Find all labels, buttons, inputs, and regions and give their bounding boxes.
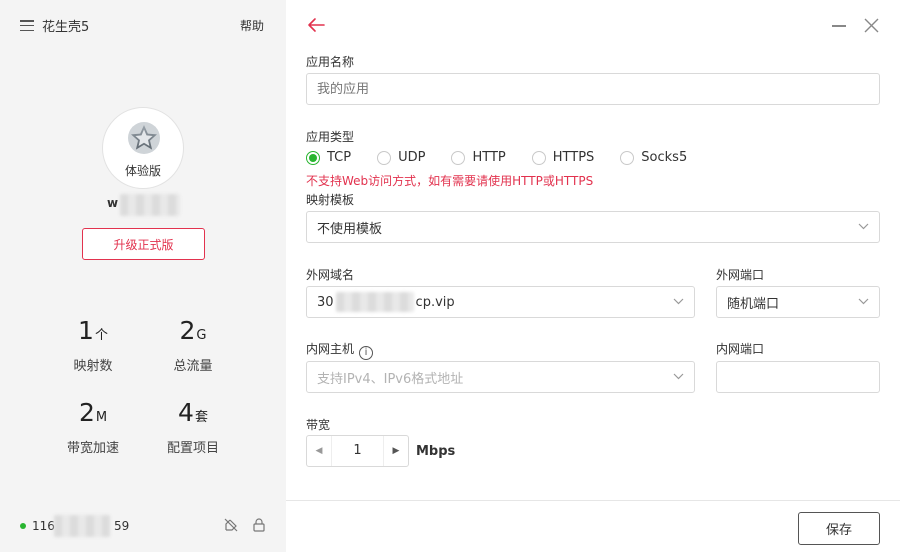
- stat-unit: M: [95, 410, 108, 425]
- upgrade-button[interactable]: 升级正式版: [82, 228, 205, 260]
- app-title: 花生壳5: [42, 20, 90, 35]
- template-select[interactable]: 不使用模板: [306, 211, 880, 243]
- template-label: 映射模板: [306, 193, 355, 207]
- footer-icons: [224, 518, 266, 532]
- stat-value: 4: [178, 398, 194, 427]
- radio-udp[interactable]: UDP: [377, 150, 425, 165]
- footer-divider: [286, 500, 900, 501]
- radio-label: HTTP: [472, 150, 506, 165]
- account-badge: 体验版: [124, 164, 161, 178]
- internal-port-label: 内网端口: [716, 342, 765, 356]
- radio-label: TCP: [327, 150, 352, 165]
- internal-host-label-text: 内网主机: [306, 342, 355, 356]
- stat-value: 1: [78, 316, 94, 345]
- domain-label: 外网域名: [306, 268, 355, 282]
- close-icon[interactable]: [864, 18, 879, 33]
- stat-label: 总流量: [173, 359, 213, 374]
- app-type-radio-group: TCP UDP HTTP HTTPS Socks5: [306, 150, 713, 165]
- internal-port-input[interactable]: [716, 361, 880, 393]
- sidebar: 花生壳5 帮助 体验版 w 升级正式版 1个 映射数 2G 总流量 2M 带宽加…: [0, 0, 286, 552]
- stat-label: 带宽加速: [66, 441, 119, 456]
- help-link[interactable]: 帮助: [240, 17, 264, 34]
- save-button[interactable]: 保存: [798, 512, 880, 545]
- external-port-select[interactable]: 随机端口: [716, 286, 880, 318]
- share-icon[interactable]: [224, 518, 238, 532]
- domain-value-end: cp.vip: [415, 294, 455, 310]
- username-redacted: [120, 194, 180, 216]
- username: w: [107, 196, 119, 210]
- domain-value-start: 30: [317, 294, 334, 310]
- stat-unit: 个: [94, 328, 108, 343]
- increment-button[interactable]: ▶: [384, 436, 408, 466]
- bandwidth-stepper: ◀ 1 ▶: [306, 435, 409, 467]
- back-arrow-icon[interactable]: [306, 16, 326, 34]
- connection-status: 116: [20, 519, 55, 533]
- chevron-down-icon: [858, 223, 869, 230]
- main-panel: 应用名称 应用类型 TCP UDP HTTP HTTPS Socks5 不支持W…: [286, 0, 900, 552]
- status-dot: [20, 523, 26, 529]
- menu-icon[interactable]: [20, 20, 34, 31]
- stat-value: 2: [179, 316, 196, 345]
- stat-mappings: 1个 映射数: [48, 316, 138, 374]
- minimize-icon[interactable]: [832, 25, 846, 27]
- stat-label: 映射数: [73, 359, 113, 374]
- radio-label: HTTPS: [552, 150, 595, 165]
- ip-start: 116: [32, 519, 55, 533]
- chevron-down-icon: [858, 298, 869, 305]
- radio-tcp[interactable]: TCP: [306, 150, 351, 165]
- radio-label: Socks5: [641, 150, 688, 165]
- info-icon[interactable]: i: [359, 346, 374, 360]
- stat-configs: 4套 配置项目: [148, 398, 238, 456]
- template-value: 不使用模板: [317, 221, 383, 237]
- app-type-warning: 不支持Web访问方式，如有需要请使用HTTP或HTTPS: [306, 174, 594, 188]
- stat-label: 配置项目: [166, 441, 219, 456]
- domain-select[interactable]: 30 cp.vip: [306, 286, 695, 318]
- app-header: 花生壳5: [20, 16, 89, 35]
- internal-host-select[interactable]: 支持IPv4、IPv6格式地址: [306, 361, 695, 393]
- stat-unit: G: [196, 328, 207, 343]
- app-name-input[interactable]: [306, 73, 880, 105]
- decrement-button[interactable]: ◀: [307, 436, 331, 466]
- radio-socks5[interactable]: Socks5: [620, 150, 687, 165]
- external-port-value: 随机端口: [727, 296, 780, 312]
- radio-http[interactable]: HTTP: [451, 150, 506, 165]
- ip-redacted: [54, 515, 110, 537]
- internal-host-label: 内网主机 i: [306, 340, 374, 360]
- internal-host-placeholder: 支持IPv4、IPv6格式地址: [317, 371, 464, 387]
- app-type-label: 应用类型: [306, 130, 355, 144]
- bandwidth-unit: Mbps: [416, 444, 456, 459]
- bandwidth-label: 带宽: [306, 418, 331, 432]
- radio-https[interactable]: HTTPS: [531, 150, 595, 165]
- external-port-label: 外网端口: [716, 268, 765, 282]
- star-icon: [128, 122, 160, 154]
- chevron-down-icon: [673, 298, 684, 305]
- lock-icon[interactable]: [252, 518, 266, 532]
- bandwidth-value[interactable]: 1: [331, 436, 384, 466]
- ip-end: 59: [114, 519, 130, 533]
- app-name-label: 应用名称: [306, 55, 355, 69]
- avatar: 体验版: [102, 107, 184, 189]
- domain-redacted: [335, 292, 414, 312]
- stat-value: 2: [78, 398, 95, 427]
- chevron-down-icon: [673, 373, 684, 380]
- radio-label: UDP: [398, 150, 426, 165]
- stat-traffic: 2G 总流量: [148, 316, 238, 374]
- stat-unit: 套: [194, 410, 208, 425]
- stat-bandwidth: 2M 带宽加速: [48, 398, 138, 456]
